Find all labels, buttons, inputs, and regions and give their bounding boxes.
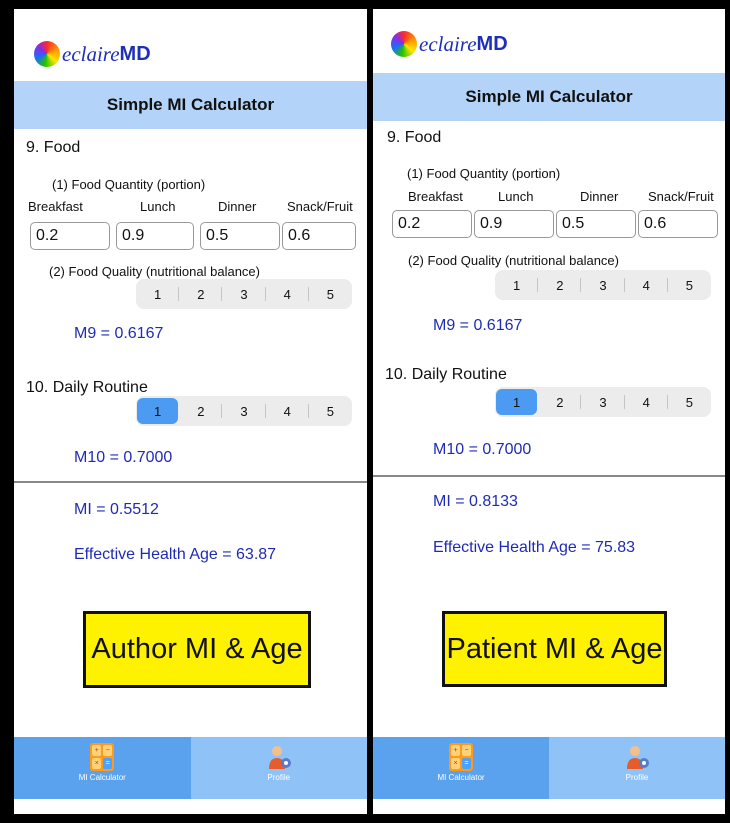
- routine-option-5[interactable]: 5: [666, 389, 710, 415]
- m9-result: M9 = 0.6167: [74, 325, 164, 342]
- tab-profile-label: Profile: [267, 773, 291, 782]
- dinner-input[interactable]: 0.5: [200, 222, 280, 250]
- screen-title: Simple MI Calculator: [373, 73, 725, 121]
- routine-option-1[interactable]: 1: [496, 389, 538, 415]
- food-quantity-label: (1) Food Quantity (portion): [52, 177, 206, 192]
- tab-profile-label: Profile: [625, 773, 649, 782]
- routine-option-2[interactable]: 2: [180, 398, 221, 424]
- food-quality-label: (2) Food Quality (nutritional balance): [49, 264, 260, 279]
- routine-section-label: 10. Daily Routine: [385, 366, 507, 383]
- column-breakfast: Breakfast: [28, 199, 83, 214]
- brand-logo: eclaire MD: [34, 39, 151, 69]
- column-dinner: Dinner: [218, 199, 257, 214]
- food-quality-option-2[interactable]: 2: [537, 272, 580, 298]
- profile-icon: [627, 746, 649, 769]
- column-breakfast: Breakfast: [408, 189, 463, 204]
- profile-icon: [268, 746, 291, 769]
- m10-result: M10 = 0.7000: [433, 441, 532, 458]
- patient-phone-screen: eclaire MD Simple MI Calculator 9. Food (…: [373, 9, 725, 814]
- tab-bar: + − × = MI Calculator Profile: [373, 737, 725, 799]
- food-quality-option-4[interactable]: 4: [623, 272, 667, 298]
- calculator-icon: + − × =: [90, 743, 115, 771]
- food-quality-option-4[interactable]: 4: [264, 281, 308, 307]
- author-phone-screen: eclaire MD Simple MI Calculator 9. Food (…: [14, 9, 367, 814]
- dinner-input[interactable]: 0.5: [556, 210, 636, 238]
- screen-title: Simple MI Calculator: [14, 81, 367, 129]
- tab-mi-calculator[interactable]: + − × = MI Calculator: [14, 737, 191, 799]
- brand-name-prefix: eclaire: [62, 41, 120, 66]
- tab-mi-calculator-label: MI Calculator: [437, 773, 485, 782]
- mi-result: MI = 0.8133: [433, 493, 518, 510]
- lunch-input[interactable]: 0.9: [116, 222, 194, 250]
- routine-option-1[interactable]: 1: [137, 398, 179, 424]
- food-quality-option-5[interactable]: 5: [666, 272, 710, 298]
- column-lunch: Lunch: [140, 199, 176, 214]
- food-quality-option-1[interactable]: 1: [496, 272, 537, 298]
- tab-mi-calculator-label: MI Calculator: [78, 773, 126, 782]
- food-quality-option-3[interactable]: 3: [580, 272, 623, 298]
- column-lunch: Lunch: [498, 189, 534, 204]
- food-section-label: 9. Food: [26, 139, 81, 156]
- divider: [373, 475, 725, 477]
- brand-logo: eclaire MD: [391, 29, 508, 59]
- column-snack: Snack/Fruit: [648, 189, 714, 204]
- food-quality-selector[interactable]: 1 2 3 4 5: [136, 279, 352, 309]
- logo-icon: [391, 31, 417, 57]
- author-callout-label: Author MI & Age: [83, 611, 311, 688]
- brand-name-prefix: eclaire: [419, 31, 477, 56]
- daily-routine-selector[interactable]: 1 2 3 4 5: [495, 387, 711, 417]
- breakfast-input[interactable]: 0.2: [392, 210, 472, 238]
- food-quality-option-5[interactable]: 5: [307, 281, 351, 307]
- food-quality-label: (2) Food Quality (nutritional balance): [408, 253, 619, 268]
- breakfast-input[interactable]: 0.2: [30, 222, 110, 250]
- food-quality-option-3[interactable]: 3: [221, 281, 264, 307]
- food-quality-option-2[interactable]: 2: [178, 281, 221, 307]
- snack-input[interactable]: 0.6: [282, 222, 356, 250]
- food-section-label: 9. Food: [387, 129, 442, 146]
- routine-option-5[interactable]: 5: [307, 398, 351, 424]
- column-snack: Snack/Fruit: [287, 199, 353, 214]
- routine-section-label: 10. Daily Routine: [26, 379, 148, 396]
- tab-bar: + − × = MI Calculator Profile: [14, 737, 367, 799]
- m10-result: M10 = 0.7000: [74, 449, 173, 466]
- calculator-icon: + − × =: [449, 743, 473, 771]
- health-age-result: Effective Health Age = 63.87: [74, 546, 277, 563]
- routine-option-3[interactable]: 3: [221, 398, 264, 424]
- patient-callout-label: Patient MI & Age: [442, 611, 667, 687]
- snack-input[interactable]: 0.6: [638, 210, 718, 238]
- brand-name-suffix: MD: [476, 32, 508, 55]
- food-quality-selector[interactable]: 1 2 3 4 5: [495, 270, 711, 300]
- lunch-input[interactable]: 0.9: [474, 210, 554, 238]
- tab-profile[interactable]: Profile: [549, 737, 725, 799]
- logo-icon: [34, 41, 60, 67]
- m9-result: M9 = 0.6167: [433, 317, 523, 334]
- mi-result: MI = 0.5512: [74, 501, 159, 518]
- routine-option-4[interactable]: 4: [264, 398, 308, 424]
- routine-option-4[interactable]: 4: [623, 389, 667, 415]
- health-age-result: Effective Health Age = 75.83: [433, 539, 636, 556]
- column-dinner: Dinner: [580, 189, 619, 204]
- routine-option-2[interactable]: 2: [539, 389, 580, 415]
- tab-mi-calculator[interactable]: + − × = MI Calculator: [373, 737, 549, 799]
- routine-option-3[interactable]: 3: [580, 389, 623, 415]
- food-quality-option-1[interactable]: 1: [137, 281, 178, 307]
- brand-name-suffix: MD: [119, 42, 151, 65]
- divider: [14, 481, 367, 483]
- daily-routine-selector[interactable]: 1 2 3 4 5: [136, 396, 352, 426]
- food-quantity-label: (1) Food Quantity (portion): [407, 166, 561, 181]
- tab-profile[interactable]: Profile: [191, 737, 368, 799]
